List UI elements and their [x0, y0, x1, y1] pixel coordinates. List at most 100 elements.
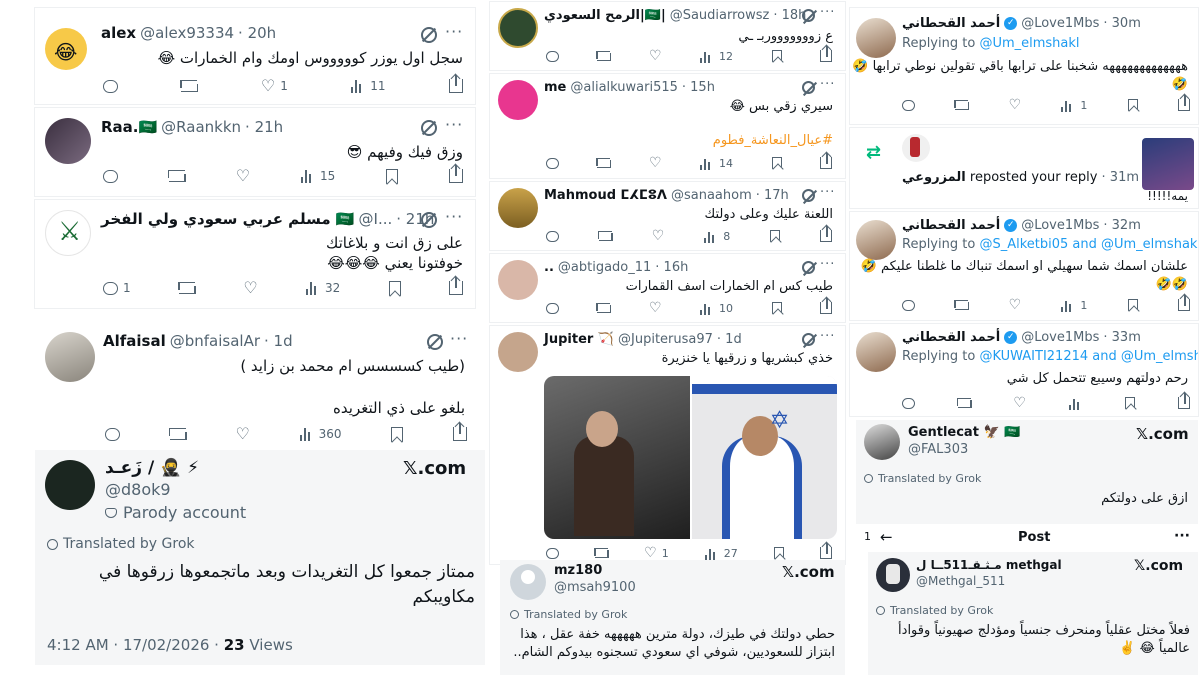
retweet-button[interactable] — [177, 282, 196, 294]
bookmark-button[interactable] — [771, 157, 782, 169]
grok-icon[interactable] — [427, 334, 443, 350]
avatar[interactable] — [856, 332, 896, 372]
author-name[interactable]: Raa.🇸🇦 — [101, 118, 157, 136]
hashtag-link[interactable]: #عيال_النعاشة_فطوم — [553, 132, 833, 150]
avatar[interactable] — [856, 220, 896, 260]
tweet-card[interactable]: Alfaisal @bnfaisalAr · 1d ··· (طيب كسسسس… — [35, 322, 475, 446]
tweet-time[interactable]: · 16h — [655, 260, 688, 275]
share-button[interactable] — [1177, 95, 1190, 111]
author-handle[interactable]: @Jupiterusa97 — [618, 332, 713, 347]
like-button[interactable]: ♡ — [649, 49, 662, 63]
avatar[interactable] — [45, 118, 91, 164]
like-button[interactable]: ♡ — [649, 301, 662, 315]
like-button[interactable]: ♡ — [236, 168, 250, 184]
reply-button[interactable] — [546, 230, 559, 242]
reply-button[interactable] — [103, 79, 118, 93]
retweet-button[interactable] — [597, 231, 613, 241]
grok-icon[interactable] — [802, 333, 815, 346]
views-button[interactable]: 32 — [306, 281, 340, 295]
tweet-card[interactable]: Raa.🇸🇦 @Raankkn · 21h ··· وزق فيك وفيهم … — [35, 108, 475, 196]
retweet-button[interactable] — [596, 51, 612, 61]
more-icon[interactable]: ··· — [445, 207, 463, 226]
more-icon[interactable]: ··· — [820, 257, 835, 272]
media-thumbnail[interactable] — [1142, 138, 1194, 190]
avatar[interactable] — [510, 564, 546, 600]
reply-button[interactable] — [546, 302, 559, 314]
tweet-time[interactable]: · 1d — [264, 332, 293, 350]
avatar[interactable]: 😂 — [45, 28, 87, 70]
tweet-time[interactable]: · 33m — [1103, 330, 1140, 345]
share-button[interactable] — [819, 298, 832, 314]
grok-icon[interactable] — [421, 212, 437, 228]
share-button[interactable] — [819, 153, 832, 169]
author-name[interactable]: Mahmoud ⵎⵃⵎⵓⴷ — [544, 188, 667, 203]
tweet-time[interactable]: · 15h — [682, 80, 715, 95]
grok-icon[interactable] — [802, 9, 815, 22]
like-button[interactable]: ♡ — [649, 156, 662, 170]
author-name[interactable]: أحمد القحطاني — [902, 330, 1000, 345]
back-icon[interactable]: ← — [880, 528, 893, 546]
media-image-left[interactable] — [544, 376, 690, 539]
retweet-button[interactable] — [594, 548, 610, 558]
avatar[interactable] — [876, 558, 910, 592]
post-card[interactable]: مـثـقـ511ــا ل methgal @Methgal_511 𝕏.co… — [868, 552, 1198, 675]
reply-button[interactable] — [902, 99, 915, 111]
share-button[interactable] — [819, 226, 832, 242]
repost-notification[interactable]: ⇄ المزروعي reposted your reply · 31m يمه… — [850, 128, 1198, 208]
share-button[interactable] — [1178, 393, 1190, 409]
author-name[interactable]: mz180 — [554, 563, 602, 578]
more-icon[interactable]: ··· — [445, 115, 463, 134]
author-name[interactable]: مسلم عربي سعودي ولي الفخر 🇸🇦 — [101, 210, 355, 228]
retweet-button[interactable] — [168, 428, 187, 440]
author-handle[interactable]: @abtigado_11 — [558, 260, 651, 275]
bookmark-button[interactable] — [770, 230, 781, 242]
tweet-detail-card[interactable]: mz180 @msah9100 𝕏.com Translated by Grok… — [500, 560, 845, 675]
author-handle[interactable]: @bnfaisalAr — [170, 332, 260, 350]
author-handle[interactable]: @Love1Mbs — [1021, 16, 1099, 31]
author-name[interactable]: Alfaisal — [103, 332, 166, 350]
post-view[interactable]: 1 ← Post ··· مـثـقـ511ــا ل methgal @Met… — [856, 526, 1198, 675]
retweet-button[interactable] — [596, 158, 612, 168]
views-button[interactable]: 1 — [1061, 298, 1087, 312]
tweet-time[interactable]: · 20h — [238, 24, 276, 42]
bookmark-button[interactable] — [1127, 299, 1138, 311]
tweet-card[interactable]: ⚔ مسلم عربي سعودي ولي الفخر 🇸🇦 @I... · 2… — [35, 200, 475, 308]
avatar[interactable] — [498, 188, 538, 228]
retweet-button[interactable] — [954, 100, 970, 110]
tweet-time[interactable]: · 32m — [1103, 218, 1140, 233]
grok-icon[interactable] — [802, 261, 815, 274]
author-name[interactable]: زَعـد / 🥷 ⚡ — [105, 458, 199, 478]
author-handle[interactable]: @alex93334 — [140, 24, 234, 42]
bookmark-button[interactable] — [388, 280, 401, 296]
reply-target-link[interactable]: @S_Alketbi05 and @Um_elmshakl — [979, 237, 1198, 252]
avatar[interactable] — [498, 260, 538, 300]
tweet-card[interactable]: .. @abtigado_11 · 16h ··· طيب كس ام الخم… — [490, 254, 845, 322]
like-button[interactable]: ♡ — [652, 229, 665, 243]
tweet-time[interactable]: · 30m — [1103, 16, 1140, 31]
author-handle[interactable]: @alialkuwari515 — [570, 80, 678, 95]
tweet-time[interactable]: · 17h — [756, 188, 789, 203]
author-name[interactable]: me — [544, 80, 566, 95]
tweet-media[interactable]: ✡ — [544, 376, 837, 539]
tweet-card[interactable]: أحمد القحطاني ✓ @Love1Mbs · 32m Replying… — [850, 212, 1198, 320]
author-name[interactable]: Gentlecat 🦅 🇸🇦 — [908, 425, 1020, 440]
more-icon[interactable]: ··· — [820, 5, 835, 20]
bookmark-button[interactable] — [1127, 99, 1138, 111]
like-button[interactable]: ♡ — [236, 426, 250, 442]
author-name[interactable]: Jupiter 🏹 — [544, 332, 614, 347]
avatar[interactable] — [498, 332, 538, 372]
grok-icon[interactable] — [421, 120, 437, 136]
avatar[interactable] — [902, 134, 930, 162]
tweet-card[interactable]: أحمد القحطاني ✓ @Love1Mbs · 30m Replying… — [850, 8, 1198, 124]
bookmark-button[interactable] — [771, 50, 782, 62]
like-button[interactable]: ♡ — [243, 280, 257, 296]
author-name[interactable]: مـثـقـ511ــا ل methgal — [916, 558, 1062, 572]
more-icon[interactable]: ··· — [820, 185, 835, 200]
like-button[interactable]: ♡ — [1009, 98, 1022, 112]
reply-button[interactable] — [902, 299, 915, 311]
share-button[interactable] — [1177, 295, 1190, 311]
author-name[interactable]: الرمح السعودي|🇸🇦| — [544, 8, 666, 23]
avatar[interactable] — [498, 8, 538, 48]
share-button[interactable] — [448, 277, 463, 295]
views-button[interactable]: 1 — [1061, 98, 1087, 112]
